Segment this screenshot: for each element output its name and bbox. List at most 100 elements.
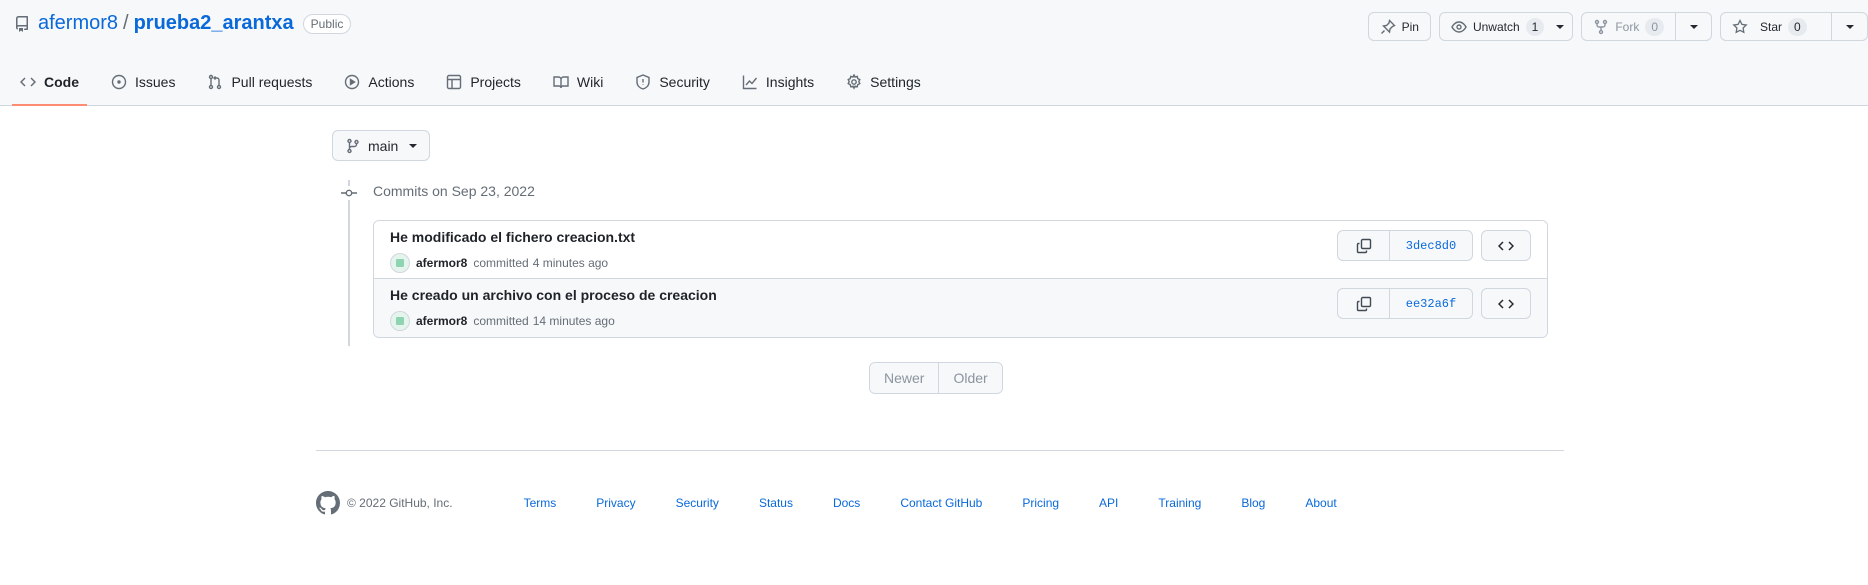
pin-icon [1380, 18, 1396, 35]
pagination: Newer Older [869, 362, 1003, 394]
copyright-text: © 2022 GitHub, Inc. [347, 496, 453, 510]
footer-link-contact-github[interactable]: Contact GitHub [900, 496, 982, 510]
copy-icon [1356, 296, 1372, 312]
copy-sha-button[interactable] [1338, 231, 1390, 260]
footer-link-blog[interactable]: Blog [1241, 496, 1265, 510]
commit-time: 14 minutes ago [532, 314, 615, 328]
footer-link-docs[interactable]: Docs [833, 496, 860, 510]
browse-repo-at-commit-button[interactable] [1481, 288, 1531, 319]
newer-button[interactable]: Newer [870, 363, 939, 393]
repo-header: afermor8 / prueba2_arantxa Public Pin Un… [0, 0, 1868, 106]
commit-sha-link[interactable]: 3dec8d0 [1390, 231, 1472, 260]
unwatch-label: Unwatch [1472, 19, 1520, 34]
tab-security[interactable]: Security [627, 60, 718, 106]
tab-wiki[interactable]: Wiki [545, 60, 611, 106]
tab-label: Security [659, 74, 710, 90]
play-icon [344, 74, 360, 90]
fork-icon [1593, 19, 1609, 35]
footer: © 2022 GitHub, Inc. Terms Privacy Securi… [316, 491, 1337, 515]
commit-message-link[interactable]: He modificado el fichero creacion.txt [390, 229, 635, 245]
tab-settings[interactable]: Settings [838, 60, 929, 106]
copy-icon [1356, 238, 1372, 254]
github-logo-icon[interactable] [316, 491, 340, 515]
sha-button-group: 3dec8d0 [1337, 230, 1473, 261]
fork-dropdown-button[interactable] [1676, 12, 1712, 41]
commit-row: He creado un archivo con el proceso de c… [374, 279, 1547, 337]
code-icon [1498, 238, 1514, 254]
footer-link-api[interactable]: API [1099, 496, 1118, 510]
tab-actions[interactable]: Actions [336, 60, 422, 106]
footer-link-security[interactable]: Security [676, 496, 719, 510]
repo-icon [14, 15, 30, 32]
tab-issues[interactable]: Issues [103, 60, 183, 106]
commit-author-link[interactable]: afermor8 [416, 256, 467, 270]
unwatch-button[interactable]: Unwatch 1 [1438, 12, 1574, 41]
timeline-line [348, 180, 350, 346]
footer-link-terms[interactable]: Terms [524, 496, 557, 510]
stars-count: 0 [1788, 17, 1807, 36]
tab-label: Insights [765, 74, 815, 90]
commit-actions: 3dec8d0 [1337, 230, 1531, 261]
repo-owner-link[interactable]: afermor8 [38, 12, 118, 35]
footer-divider [316, 450, 1564, 451]
pin-label: Pin [1401, 19, 1419, 34]
commit-sha-link[interactable]: ee32a6f [1390, 289, 1472, 318]
chevron-down-icon [1689, 24, 1698, 29]
commit-author-link[interactable]: afermor8 [416, 314, 467, 328]
repo-name-link[interactable]: prueba2_arantxa [134, 12, 294, 35]
gear-icon [846, 74, 862, 90]
tab-label: Issues [135, 74, 176, 90]
footer-link-training[interactable]: Training [1158, 496, 1201, 510]
tab-label: Wiki [576, 74, 604, 90]
sha-button-group: ee32a6f [1337, 288, 1473, 319]
avatar[interactable] [390, 311, 410, 331]
tab-label: Projects [470, 74, 521, 90]
tab-projects[interactable]: Projects [438, 60, 529, 106]
browse-repo-at-commit-button[interactable] [1481, 230, 1531, 261]
issue-opened-icon [111, 74, 127, 90]
footer-links: Terms Privacy Security Status Docs Conta… [524, 496, 1337, 510]
pin-button[interactable]: Pin [1367, 12, 1431, 41]
star-label: Star [1760, 19, 1783, 34]
tab-code[interactable]: Code [12, 60, 87, 106]
tab-label: Actions [368, 74, 415, 90]
star-button[interactable]: Star 0 [1720, 12, 1832, 41]
footer-link-privacy[interactable]: Privacy [596, 496, 635, 510]
commit-meta: afermor8 committed 14 minutes ago [390, 311, 615, 331]
star-list-dropdown-button[interactable] [1832, 12, 1868, 41]
git-pull-request-icon [207, 74, 223, 90]
repo-actions: Pin Unwatch 1 Fork 0 Star 0 [1367, 12, 1868, 41]
footer-link-status[interactable]: Status [759, 496, 793, 510]
code-icon [20, 74, 36, 90]
repo-title: afermor8 / prueba2_arantxa Public [14, 12, 352, 35]
git-branch-icon [345, 138, 361, 154]
tab-label: Code [44, 74, 79, 90]
repo-nav: Code Issues Pull requests Actions Projec… [12, 60, 945, 106]
copy-sha-button[interactable] [1338, 289, 1390, 318]
branch-select-button[interactable]: main [332, 130, 431, 161]
fork-label: Fork [1615, 19, 1640, 34]
footer-link-about[interactable]: About [1305, 496, 1336, 510]
avatar[interactable] [390, 253, 410, 273]
chevron-down-icon [409, 143, 418, 148]
tab-pull-requests[interactable]: Pull requests [199, 60, 320, 106]
footer-link-pricing[interactable]: Pricing [1022, 496, 1059, 510]
path-separator: / [123, 12, 129, 34]
branch-name: main [368, 137, 399, 154]
fork-button[interactable]: Fork 0 [1581, 12, 1676, 41]
commit-list: He modificado el fichero creacion.txt af… [373, 220, 1548, 338]
tab-label: Pull requests [231, 74, 313, 90]
older-button[interactable]: Older [938, 363, 1002, 393]
commit-row: He modificado el fichero creacion.txt af… [374, 221, 1547, 279]
commit-verb: committed [473, 256, 529, 270]
star-button-group: Star 0 [1720, 12, 1868, 41]
fork-button-group: Fork 0 [1581, 12, 1712, 41]
chevron-down-icon [1845, 24, 1854, 29]
tab-insights[interactable]: Insights [734, 60, 822, 106]
forks-count: 0 [1645, 17, 1664, 36]
graph-icon [742, 74, 758, 90]
watchers-count: 1 [1525, 17, 1545, 36]
tab-label: Settings [870, 74, 921, 90]
commits-date-heading: Commits on Sep 23, 2022 [373, 183, 535, 199]
commit-message-link[interactable]: He creado un archivo con el proceso de c… [390, 287, 717, 303]
